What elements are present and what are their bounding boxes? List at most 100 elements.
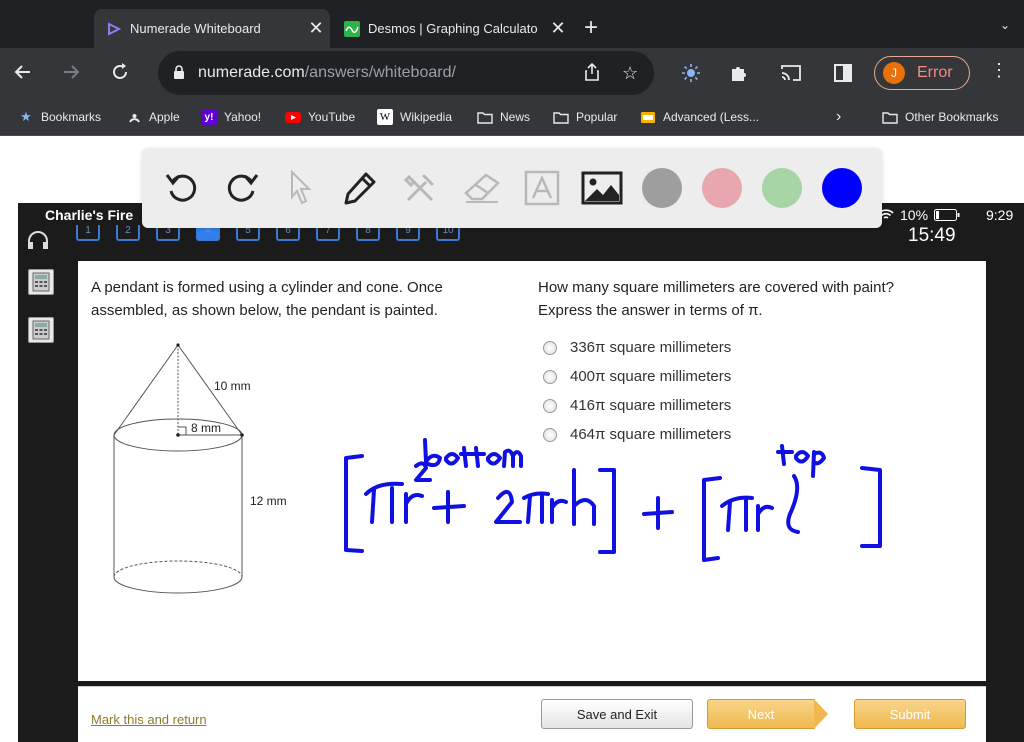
save-and-exit-button[interactable]: Save and Exit: [541, 699, 693, 729]
bookmarks-bar: ★ Bookmarks Apple y! Yahoo! YouTube W Wikip…: [0, 98, 1024, 136]
profile-status: Error: [917, 64, 953, 81]
desmos-favicon-icon: [344, 20, 360, 37]
test-screenshot: Charlie's Fire 10% 9:29 1 2 3 4 5 6 7 8 9 10 15:4…: [18, 203, 1024, 742]
radio-button[interactable]: [543, 369, 557, 384]
test-footer: Mark this and return Save and Exit Next …: [78, 686, 986, 742]
tab-search-icon[interactable]: ⌄: [1000, 18, 1010, 32]
bookmark-bookmarks[interactable]: ★ Bookmarks: [18, 108, 101, 126]
bookmark-label: Popular: [576, 110, 618, 124]
forward-icon[interactable]: [57, 58, 85, 86]
text-tool-icon[interactable]: [520, 166, 564, 210]
color-gray-swatch[interactable]: [642, 168, 682, 208]
tab-title: Desmos | Graphing Calculato: [368, 21, 538, 36]
choice-label: 400π square millimeters: [570, 368, 732, 385]
bookmark-label: News: [500, 110, 531, 124]
question-ask: How many square millimeters are covered …: [538, 276, 968, 322]
headphones-icon[interactable]: [26, 231, 50, 254]
submit-button[interactable]: Submit: [854, 699, 966, 729]
radio-button[interactable]: [543, 427, 557, 442]
bookmark-label: Yahoo!: [224, 110, 262, 124]
tab-numerade[interactable]: Numerade Whiteboard ✕: [94, 9, 330, 48]
choice-label: 336π square millimeters: [570, 339, 732, 356]
eraser-icon[interactable]: [460, 166, 504, 210]
new-tab-icon[interactable]: +: [584, 14, 598, 42]
question-number-button[interactable]: 1: [76, 225, 100, 241]
apple-icon: [126, 109, 142, 125]
question-number-button[interactable]: 2: [116, 225, 140, 241]
question-panel: A pendant is formed using a cylinder and…: [78, 261, 986, 681]
menu-icon[interactable]: ⋮: [990, 60, 1008, 81]
color-green-swatch[interactable]: [762, 168, 802, 208]
avatar: J: [883, 62, 905, 84]
extension-sun-icon[interactable]: [678, 60, 704, 86]
tab-desmos[interactable]: Desmos | Graphing Calculato ✕: [332, 9, 572, 48]
bookmark-label: Bookmarks: [41, 110, 102, 124]
radio-button[interactable]: [543, 340, 557, 355]
next-arrow-icon: [814, 699, 828, 729]
youtube-icon: [285, 109, 301, 125]
undo-icon[interactable]: [160, 166, 204, 210]
url-text: numerade.com/answers/whiteboard/: [198, 64, 456, 82]
tools-icon[interactable]: [398, 166, 442, 210]
choice-label: 464π square millimeters: [570, 426, 732, 443]
tab-title: Numerade Whiteboard: [130, 21, 261, 36]
cast-icon[interactable]: [778, 60, 804, 86]
bookmark-advanced[interactable]: Advanced (Less...: [640, 108, 759, 126]
answer-choice-a[interactable]: 336π square millimeters: [543, 339, 731, 356]
bookmark-label: Advanced (Less...: [663, 110, 760, 124]
scientific-calculator-icon[interactable]: [28, 317, 54, 343]
wikipedia-icon: W: [377, 109, 393, 125]
folder-icon: [882, 109, 898, 125]
side-panel-icon[interactable]: [830, 60, 856, 86]
bookmark-youtube[interactable]: YouTube: [285, 108, 355, 126]
lock-icon: [173, 65, 185, 84]
calculator-icon[interactable]: [28, 269, 54, 295]
bookmark-wikipedia[interactable]: W Wikipedia: [377, 108, 452, 126]
radio-button[interactable]: [543, 398, 557, 413]
battery-icon: [934, 209, 960, 221]
bookmarks-overflow-icon[interactable]: ›: [836, 108, 841, 126]
slant-label: 10 mm: [214, 379, 251, 393]
bookmark-label: Apple: [149, 110, 180, 124]
folder-icon: [553, 109, 569, 125]
answer-choice-b[interactable]: 400π square millimeters: [543, 368, 731, 385]
battery-status: 10%: [878, 207, 960, 223]
reload-icon[interactable]: [106, 58, 134, 86]
color-blue-swatch[interactable]: [822, 168, 862, 208]
tab-close-icon[interactable]: ✕: [302, 18, 330, 39]
carrier-name: Charlie's Fire: [45, 207, 134, 223]
color-pink-swatch[interactable]: [702, 168, 742, 208]
countdown-timer: 15:49: [908, 225, 956, 246]
bookmark-label: YouTube: [308, 110, 356, 124]
answer-choice-d[interactable]: 464π square millimeters: [543, 426, 731, 443]
pen-icon[interactable]: [338, 166, 382, 210]
bookmark-yahoo[interactable]: y! Yahoo!: [201, 108, 261, 126]
answer-choice-c[interactable]: 416π square millimeters: [543, 397, 731, 414]
star-icon[interactable]: ☆: [622, 63, 638, 84]
url-path: /answers/whiteboard/: [304, 64, 456, 81]
back-icon[interactable]: [9, 58, 37, 86]
bookmark-popular[interactable]: Popular: [553, 108, 617, 126]
pointer-icon[interactable]: [278, 166, 322, 210]
extensions-puzzle-icon[interactable]: [726, 60, 752, 86]
radius-label: 8 mm: [191, 421, 221, 435]
bookmark-apple[interactable]: Apple: [126, 108, 180, 126]
image-tool-icon[interactable]: [580, 166, 624, 210]
numerade-favicon-icon: [106, 21, 122, 37]
whiteboard-toolbar: [142, 148, 882, 228]
pendant-figure: [113, 343, 244, 594]
next-button[interactable]: Next: [707, 699, 815, 729]
question-ask-line2: Express the answer in terms of π.: [538, 302, 763, 319]
device-clock: 9:29: [986, 207, 1014, 223]
address-bar[interactable]: numerade.com/answers/whiteboard/ ☆: [158, 51, 654, 95]
bookmark-favicon-icon: [640, 109, 656, 125]
bookmark-news[interactable]: News: [477, 108, 530, 126]
profile-button[interactable]: J Error: [874, 56, 970, 90]
choice-label: 416π square millimeters: [570, 397, 732, 414]
share-icon[interactable]: [584, 62, 600, 86]
star-icon: ★: [20, 109, 32, 124]
redo-icon[interactable]: [220, 166, 264, 210]
mark-and-return-link[interactable]: Mark this and return: [91, 712, 207, 727]
tab-close-icon[interactable]: ✕: [544, 18, 572, 39]
bookmark-other[interactable]: Other Bookmarks: [882, 108, 998, 126]
